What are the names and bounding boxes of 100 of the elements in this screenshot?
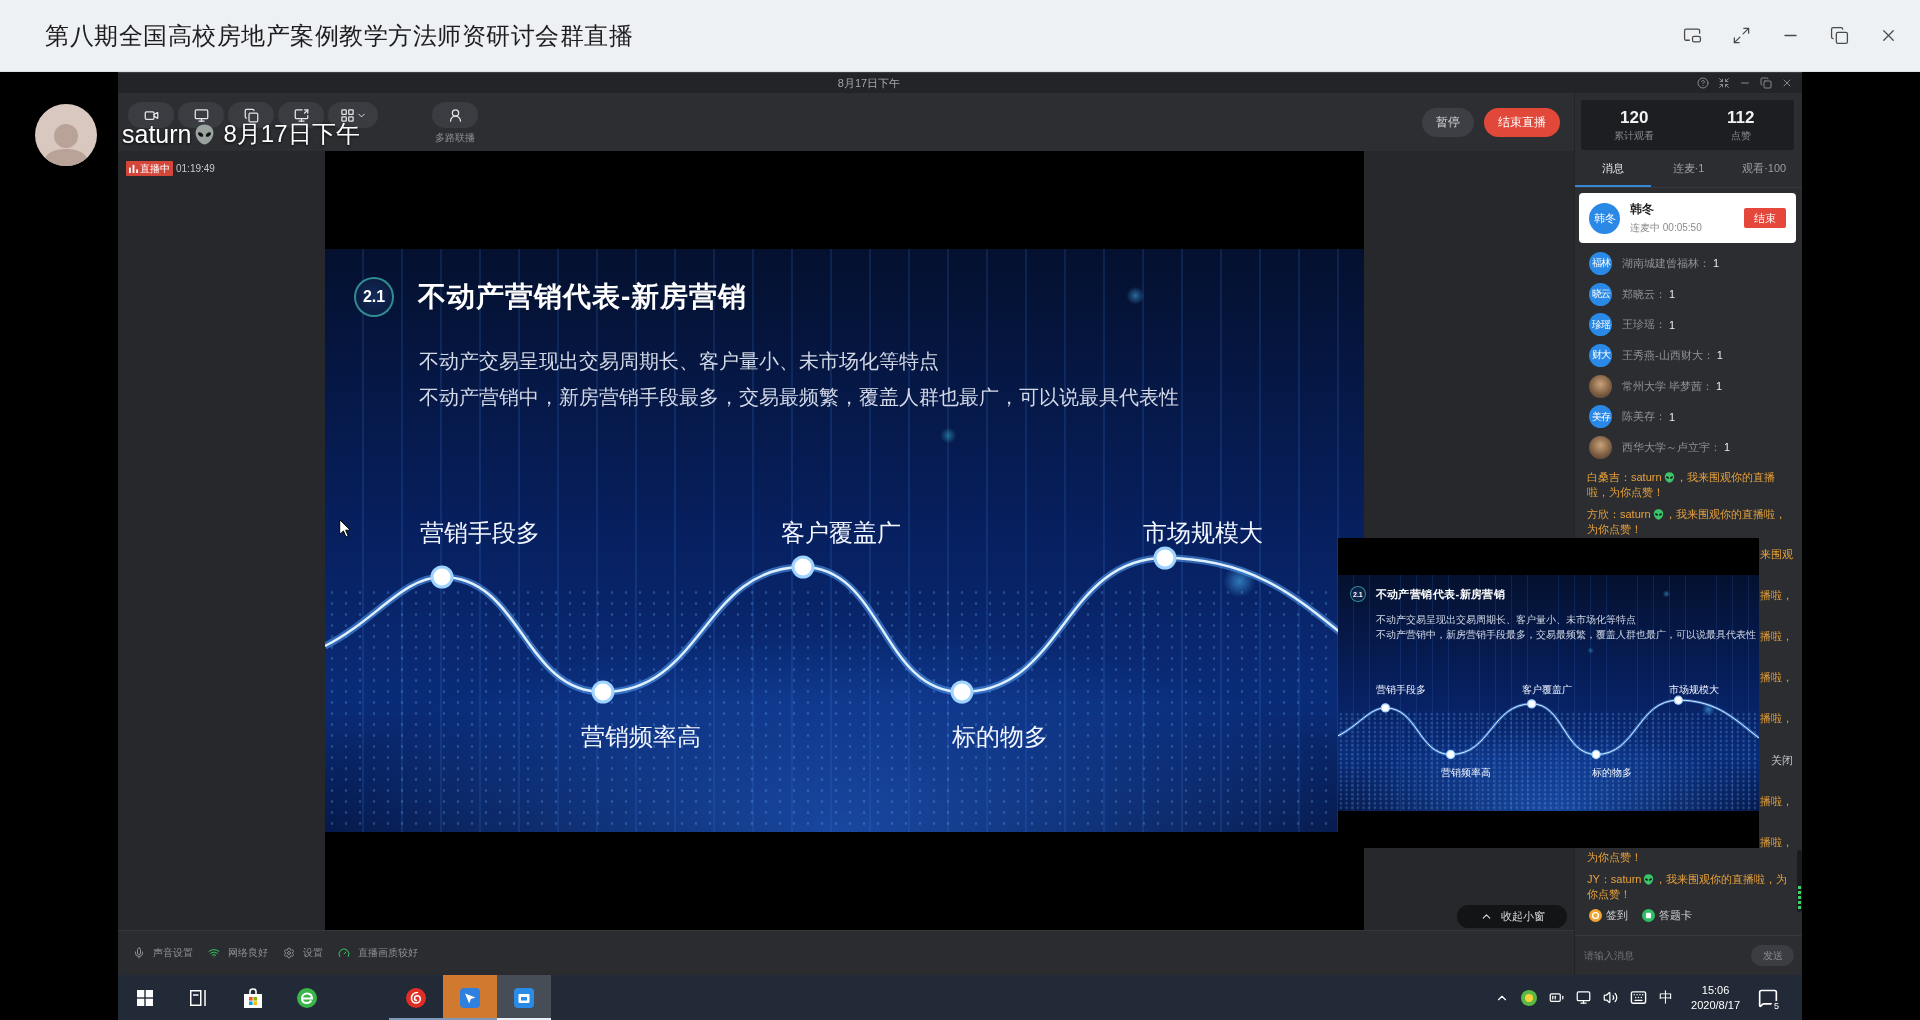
guest-status: 连麦中 00:05:50 <box>1630 221 1702 235</box>
end-call-button[interactable]: 结束 <box>1744 208 1786 228</box>
screen-share-icon <box>293 107 309 123</box>
alien-icon <box>194 123 216 145</box>
comment-text: 来围观 <box>1760 546 1793 562</box>
like-name: 湖南城建曾福林： <box>1622 255 1710 271</box>
stat-value: 112 <box>1727 107 1755 127</box>
gauge-icon <box>338 947 350 959</box>
keyboard-icon[interactable] <box>1630 989 1648 1006</box>
send-button[interactable]: 发送 <box>1751 945 1794 966</box>
curve-node-icon <box>591 680 615 704</box>
point-label: 市场规模大 <box>1668 682 1719 697</box>
chat-message: JY：saturn ，我来围观你的直播啦，为你点赞！ <box>1587 872 1789 902</box>
bars-icon <box>129 164 138 173</box>
pause-button[interactable]: 暂停 <box>1422 108 1474 137</box>
calendar-app-icon <box>514 987 534 1008</box>
like-name: 陈美存： <box>1622 409 1666 425</box>
like-count: 1 <box>1669 288 1676 301</box>
slide-text: 不动产营销中，新房营销手段最多，交易最频繁，覆盖人群也最广，可以说最具代表性 <box>1376 627 1757 642</box>
comment-text: 播啦， <box>1760 711 1793 727</box>
like-count: 1 <box>1713 257 1720 270</box>
close-icon[interactable] <box>1781 77 1793 89</box>
microphone-icon <box>133 947 145 959</box>
settings-button[interactable]: 设置 <box>283 946 323 960</box>
end-live-button[interactable]: 结束直播 <box>1484 108 1560 137</box>
host-name: saturn <box>122 119 192 149</box>
collapse-button[interactable]: 收起小窗 <box>1457 905 1567 928</box>
clock-date: 2020/8/17 <box>1691 997 1740 1013</box>
restore-icon[interactable] <box>1760 77 1772 89</box>
notification-icon[interactable] <box>1758 987 1778 1008</box>
browser-icon[interactable] <box>297 987 317 1008</box>
camera-button[interactable] <box>128 102 174 128</box>
pages-icon <box>243 107 259 123</box>
help-icon[interactable] <box>1697 77 1709 89</box>
task-view-icon[interactable] <box>190 989 208 1006</box>
sound-settings-button[interactable]: 声音设置 <box>133 946 193 960</box>
monitor-icon <box>193 107 209 123</box>
store-icon[interactable] <box>243 987 263 1008</box>
comment-text: 播啦， <box>1760 793 1793 809</box>
curve-node-icon <box>1673 695 1683 705</box>
section-number: 2.1 <box>354 277 394 317</box>
notification-count: 5 <box>1771 1000 1782 1012</box>
monitor-icon[interactable] <box>1576 990 1592 1005</box>
slide-text: 不动产交易呈现出交易周期长、客户量小、未市场化等特点 <box>419 349 939 374</box>
coin-icon <box>1589 908 1602 922</box>
point-label: 营销频率高 <box>1441 765 1492 780</box>
screen-button[interactable] <box>178 102 224 128</box>
point-label: 标的物多 <box>952 722 1048 752</box>
music-app-icon <box>406 987 426 1008</box>
comment-text: 播啦， <box>1760 629 1793 645</box>
like-count: 1 <box>1724 441 1731 454</box>
quiz-card-button[interactable]: 答题卡 <box>1642 907 1692 923</box>
point-label: 营销手段多 <box>420 518 540 548</box>
stat-label: 点赞 <box>1730 128 1751 143</box>
battery-icon[interactable] <box>1549 990 1565 1005</box>
tab[interactable]: 观看·100 <box>1726 152 1802 187</box>
comment-text: 播啦， <box>1760 670 1793 686</box>
notice-text: 关闭 <box>1771 752 1793 768</box>
clock-time: 15:06 <box>1701 982 1730 998</box>
grid-icon <box>339 107 355 123</box>
arrow-app-icon <box>460 987 480 1008</box>
alien-icon <box>1652 508 1664 520</box>
avatar-initials: 美存 <box>1589 405 1612 429</box>
shrink-icon[interactable] <box>1718 77 1730 89</box>
point-label: 客户覆盖广 <box>781 518 901 548</box>
multi-stream-button[interactable]: 多路联播 <box>432 102 478 143</box>
point-label: 标的物多 <box>1591 765 1632 780</box>
avatar-photo <box>1589 374 1612 398</box>
avatar-initials: 韩冬 <box>1589 202 1620 234</box>
elapsed-time: 01:19:49 <box>176 163 215 174</box>
comment-text: 播啦， <box>1760 834 1793 850</box>
volume-icon[interactable] <box>1603 990 1619 1005</box>
tab[interactable]: 连麦·1 <box>1650 152 1727 187</box>
network-status-button[interactable]: 网络良好 <box>208 946 268 960</box>
guest-name: 韩冬 <box>1630 201 1655 218</box>
tab[interactable]: 消息 <box>1575 152 1651 187</box>
expand-icon[interactable] <box>1732 26 1751 45</box>
windows-start-icon[interactable] <box>137 989 153 1006</box>
comment-text: 播啦， <box>1760 587 1793 603</box>
host-caption: 8月17日下午 <box>223 119 360 149</box>
like-name: 王珍瑶： <box>1622 317 1666 333</box>
comment-text: 为你点赞！ <box>1587 850 1642 865</box>
slide-text: 不动产交易呈现出交易周期长、客户量小、未市场化等特点 <box>1376 612 1637 627</box>
tray-app-icon[interactable] <box>1521 989 1538 1006</box>
chat-message: 方欣：saturn ，我来围观你的直播啦，为你点赞！ <box>1587 506 1787 537</box>
restore-icon[interactable] <box>1830 26 1849 45</box>
avatar-photo <box>1589 435 1612 459</box>
like-count: 1 <box>1716 349 1723 362</box>
picture-in-picture-icon[interactable] <box>1683 26 1702 45</box>
window-title: 第八期全国高校房地产案例教学方法师资研讨会群直播 <box>45 20 634 51</box>
curve-node-icon <box>791 555 815 579</box>
curve-node-icon <box>950 680 974 704</box>
check-in-button[interactable]: 签到 <box>1589 907 1628 923</box>
avatar-initials: 珍瑶 <box>1589 313 1612 337</box>
app-title: 8月17日下午 <box>837 75 901 91</box>
ime-indicator[interactable]: 中 <box>1659 988 1674 1007</box>
slide-title: 不动产营销代表-新房营销 <box>1375 586 1506 602</box>
like-name: 王秀燕-山西财大： <box>1622 347 1714 363</box>
message-input[interactable]: 请输入消息 <box>1584 943 1751 968</box>
stream-quality-button[interactable]: 直播画质较好 <box>338 946 418 960</box>
